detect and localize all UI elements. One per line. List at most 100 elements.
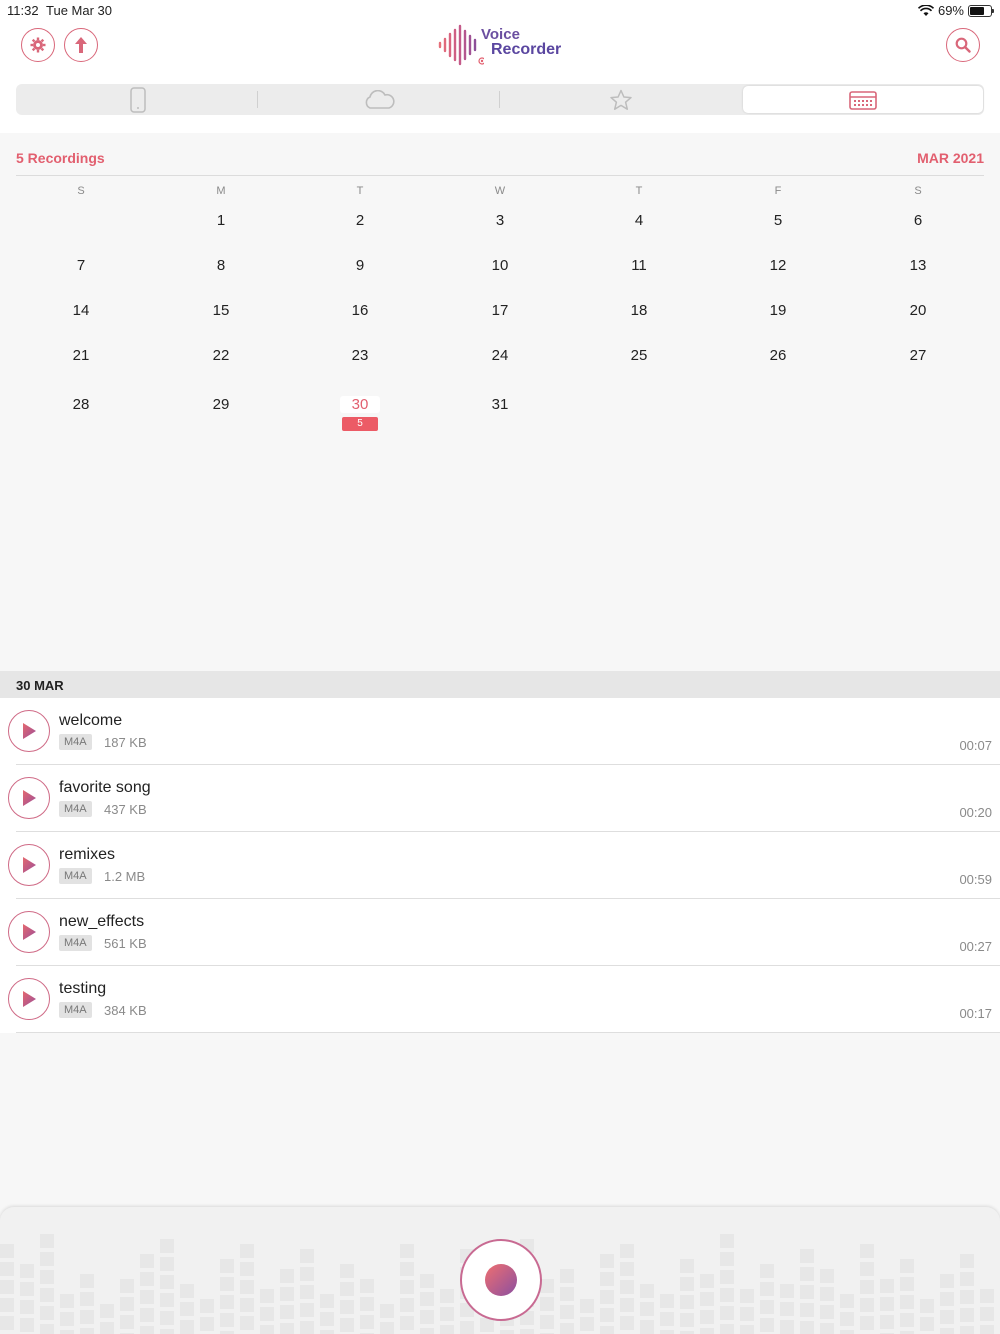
calendar-day[interactable]: 20	[898, 302, 938, 319]
recording-row[interactable]: welcome M4A 187 KB 00:07	[8, 698, 1000, 765]
recording-row[interactable]: new_effects M4A 561 KB 00:27	[8, 899, 1000, 966]
recordings-count-badge: 5	[342, 417, 378, 431]
calendar-view: 5 Recordings MAR 2021 S M T W T F S 1 2 3 4 5 6 7 8 9 10…	[0, 133, 1000, 670]
status-time: 11:32	[7, 3, 39, 18]
calendar-day[interactable]: 23	[340, 347, 380, 364]
play-icon	[23, 924, 36, 940]
weekday-label: T	[635, 185, 643, 197]
play-icon	[23, 857, 36, 873]
calendar-day[interactable]: 9	[340, 257, 380, 274]
settings-button[interactable]	[21, 28, 55, 62]
calendar-day[interactable]: 24	[480, 347, 520, 364]
calendar-day[interactable]: 6	[898, 212, 938, 229]
file-size: 561 KB	[104, 936, 147, 951]
format-badge: M4A	[59, 935, 92, 951]
calendar-day[interactable]: 10	[480, 257, 520, 274]
weekday-label: M	[216, 185, 226, 197]
duration: 00:17	[959, 1006, 992, 1021]
tab-cloud[interactable]	[259, 86, 499, 113]
view-segmented-control	[16, 84, 984, 115]
weekday-label: S	[914, 185, 922, 197]
upload-button[interactable]	[64, 28, 98, 62]
cloud-icon	[365, 89, 395, 109]
calendar-day[interactable]: 15	[201, 302, 241, 319]
calendar-day[interactable]: 11	[619, 257, 659, 274]
calendar-day[interactable]: 17	[480, 302, 520, 319]
calendar-day[interactable]: 12	[758, 257, 798, 274]
calendar-day[interactable]: 16	[340, 302, 380, 319]
file-size: 1.2 MB	[104, 869, 146, 884]
recordings-list: welcome M4A 187 KB 00:07 favorite song M4A 437…	[0, 698, 1000, 1033]
play-button[interactable]	[8, 978, 50, 1020]
calendar-day[interactable]: 14	[61, 302, 101, 319]
calendar-day[interactable]: 13	[898, 257, 938, 274]
file-size: 187 KB	[104, 735, 147, 750]
recordings-count: 5 Recordings	[16, 150, 105, 166]
play-button[interactable]	[8, 911, 50, 953]
recording-name: testing	[59, 980, 107, 997]
battery-percent: 69%	[937, 3, 964, 18]
weekday-label: S	[77, 185, 85, 197]
recording-name: favorite song	[59, 779, 151, 796]
calendar-day[interactable]: 27	[898, 347, 938, 364]
calendar-day[interactable]: 2	[340, 212, 380, 229]
file-size: 384 KB	[104, 1003, 147, 1018]
tab-favorites[interactable]	[501, 86, 741, 113]
month-label: MAR 2021	[917, 150, 984, 166]
tab-calendar[interactable]	[743, 86, 983, 113]
calendar-day[interactable]: 4	[619, 212, 659, 229]
recording-name: remixes	[59, 846, 116, 863]
calendar-day[interactable]: 25	[619, 347, 659, 364]
soundwave-logo-icon	[438, 24, 484, 66]
play-icon	[23, 790, 36, 806]
calendar-day[interactable]: 7	[61, 257, 101, 274]
recording-row[interactable]: remixes M4A 1.2 MB 00:59	[8, 832, 1000, 899]
format-badge: M4A	[59, 1002, 92, 1018]
logo-text-recorder: Recorder	[491, 41, 562, 58]
play-icon	[23, 991, 36, 1007]
calendar-day[interactable]: 28	[61, 396, 101, 413]
calendar-day[interactable]: 18	[619, 302, 659, 319]
play-button[interactable]	[8, 777, 50, 819]
calendar-icon	[849, 90, 877, 110]
search-icon	[955, 37, 971, 53]
calendar-day[interactable]: 21	[61, 347, 101, 364]
calendar-day[interactable]: 31	[480, 396, 520, 413]
record-bar	[0, 1207, 1000, 1334]
calendar-divider	[16, 175, 984, 176]
calendar-day[interactable]: 1	[201, 212, 241, 229]
format-badge: M4A	[59, 801, 92, 817]
calendar-day[interactable]: 8	[201, 257, 241, 274]
record-dot-icon	[485, 1264, 517, 1296]
recording-row[interactable]: favorite song M4A 437 KB 00:20	[8, 765, 1000, 832]
phone-icon	[130, 86, 146, 113]
upload-arrow-icon	[75, 37, 87, 53]
recording-row[interactable]: testing M4A 384 KB 00:17	[8, 966, 1000, 1033]
calendar-day[interactable]: 29	[201, 396, 241, 413]
calendar-day[interactable]: 3	[480, 212, 520, 229]
calendar-day[interactable]: 5	[758, 212, 798, 229]
calendar-day[interactable]: 22	[201, 347, 241, 364]
record-button[interactable]	[460, 1239, 542, 1321]
file-size: 437 KB	[104, 802, 147, 817]
duration: 00:07	[959, 738, 992, 753]
calendar-day[interactable]: 19	[758, 302, 798, 319]
recording-name: welcome	[59, 712, 123, 729]
app-logo: Voice Recorder	[438, 24, 568, 68]
status-right: 69%	[917, 3, 994, 18]
recording-name: new_effects	[59, 913, 145, 930]
calendar-day[interactable]: 26	[758, 347, 798, 364]
search-button[interactable]	[946, 28, 980, 62]
play-button[interactable]	[8, 710, 50, 752]
list-section-header: 30 MAR	[0, 671, 1000, 698]
tab-device[interactable]	[18, 86, 258, 113]
status-date: Tue Mar 30	[46, 3, 112, 18]
star-icon	[610, 89, 632, 110]
format-badge: M4A	[59, 734, 92, 750]
status-bar: 11:32 Tue Mar 30 69%	[0, 0, 1000, 20]
battery-icon	[968, 4, 994, 17]
play-button[interactable]	[8, 844, 50, 886]
weekday-label: T	[356, 185, 364, 197]
weekday-label: W	[494, 185, 506, 197]
calendar-day-today[interactable]: 30	[340, 396, 380, 413]
